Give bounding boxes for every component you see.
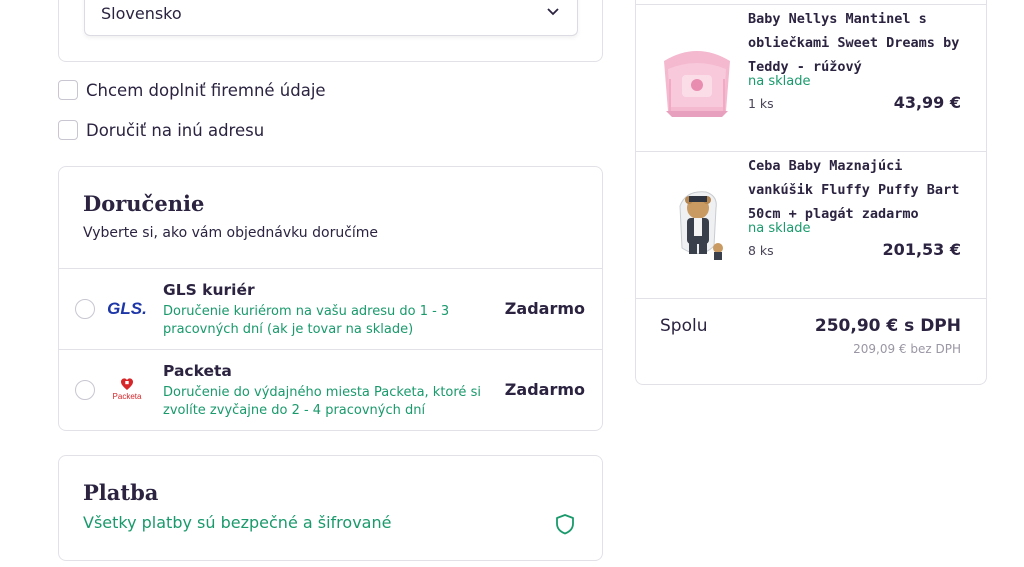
total-without-vat: 209,09 € bez DPH <box>853 342 961 356</box>
payment-title: Platba <box>83 480 159 505</box>
delivery-card: Doručenie Vyberte si, ako vám objednávku… <box>58 166 603 431</box>
total-with-vat: 250,90 € s DPH <box>814 316 961 336</box>
company-details-checkbox[interactable] <box>58 80 78 100</box>
product-price: 43,99 € <box>893 93 961 112</box>
product-qty: 8 ks <box>748 243 774 258</box>
product-name[interactable]: Baby Nellys Mantinel s obliečkami Sweet … <box>748 7 970 79</box>
cart-item: Baby Nellys Mantinel s obliečkami Sweet … <box>636 5 986 151</box>
other-address-checkbox-row[interactable]: Doručiť na inú adresu <box>58 120 264 140</box>
total-label: Spolu <box>660 316 708 336</box>
packeta-heart-icon <box>121 378 133 390</box>
order-summary-card: Baby Nellys Mantinel s obliečkami Sweet … <box>635 0 987 385</box>
product-price: 201,53 € <box>882 240 961 259</box>
product-image-teddy <box>660 186 734 264</box>
country-value: Slovensko <box>101 4 182 23</box>
product-stock: na sklade <box>748 221 811 236</box>
gls-logo: GLS. <box>103 294 151 324</box>
shipping-desc-packeta: Doručenie do výdajného miesta Packeta, k… <box>163 385 481 418</box>
cart-item: Ceba Baby Maznajúci vankúšik Fluffy Puff… <box>636 152 986 298</box>
gls-logo-text: GLS. <box>107 299 147 318</box>
company-details-label: Chcem doplniť firemné údaje <box>86 80 326 100</box>
shipping-name-gls: GLS kuriér <box>163 281 255 299</box>
chevron-down-icon <box>547 8 559 16</box>
country-card: Slovensko <box>58 0 603 62</box>
company-details-checkbox-row[interactable]: Chcem doplniť firemné údaje <box>58 80 326 100</box>
other-address-label: Doručiť na inú adresu <box>86 120 265 140</box>
shipping-radio-gls[interactable] <box>75 299 95 319</box>
divider <box>636 298 986 299</box>
shipping-radio-packeta[interactable] <box>75 380 95 400</box>
packeta-logo-text: Packeta <box>112 392 142 401</box>
payment-secure-note: Všetky platby sú bezpečné a šifrované <box>83 513 392 532</box>
product-stock: na sklade <box>748 74 811 89</box>
shipping-option-gls[interactable]: GLS. GLS kuriér Doručenie kuriérom na va… <box>59 269 602 349</box>
product-qty: 1 ks <box>748 96 774 111</box>
payment-card: Platba Všetky platby sú bezpečné a šifro… <box>58 455 603 561</box>
shipping-option-packeta[interactable]: Packeta Packeta Doručenie do výdajného m… <box>59 350 602 430</box>
shipping-desc-gls: Doručenie kuriérom na vašu adresu do 1 -… <box>163 304 450 337</box>
shipping-price-packeta: Zadarmo <box>504 380 585 399</box>
product-image-bumper <box>660 39 734 117</box>
other-address-checkbox[interactable] <box>58 120 78 140</box>
shipping-price-gls: Zadarmo <box>504 299 585 318</box>
delivery-title: Doručenie <box>83 191 205 216</box>
packeta-logo: Packeta <box>103 374 151 404</box>
shipping-name-packeta: Packeta <box>163 362 232 380</box>
shield-icon <box>556 514 574 535</box>
country-select[interactable]: Slovensko <box>84 0 578 36</box>
product-name[interactable]: Ceba Baby Maznajúci vankúšik Fluffy Puff… <box>748 154 970 226</box>
delivery-subtitle: Vyberte si, ako vám objednávku doručíme <box>83 225 379 241</box>
